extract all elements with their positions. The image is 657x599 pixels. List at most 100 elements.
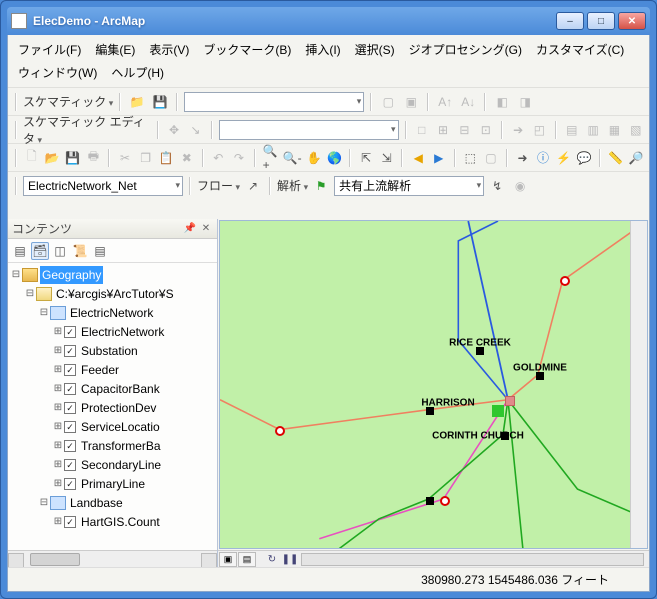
layout-view-tab[interactable]: ▤: [238, 552, 256, 567]
select-pointer-icon[interactable]: ➔: [509, 120, 527, 140]
pause-icon[interactable]: ❚❚: [283, 552, 297, 566]
expand-icon[interactable]: ⊞: [52, 475, 64, 493]
edit-vertex-icon[interactable]: ↘: [186, 120, 204, 140]
measure-icon[interactable]: 📏: [607, 148, 625, 168]
t2-icon[interactable]: ⊞: [434, 120, 452, 140]
layer-label[interactable]: ProtectionDev: [79, 399, 158, 417]
network-node[interactable]: [426, 497, 434, 505]
select-rect-icon[interactable]: ◰: [530, 120, 548, 140]
find-icon[interactable]: 🔎: [628, 148, 646, 168]
expand-icon[interactable]: ⊞: [52, 323, 64, 341]
toc-listby-visibility-icon[interactable]: ◫: [51, 242, 69, 260]
flag-icon[interactable]: ⚑: [311, 176, 331, 196]
layer-checkbox[interactable]: ✓: [64, 345, 76, 357]
paste-icon[interactable]: 📋: [157, 148, 175, 168]
expand-icon[interactable]: ⊞: [52, 418, 64, 436]
layer-checkbox[interactable]: ✓: [64, 421, 76, 433]
copy-icon[interactable]: ❐: [137, 148, 155, 168]
layer-label[interactable]: SecondaryLine: [79, 456, 163, 474]
layer-label[interactable]: TransformerBa: [79, 437, 163, 455]
toc-listby-source-icon[interactable]: 🗃: [31, 242, 49, 260]
save-icon[interactable]: 💾: [64, 148, 82, 168]
toc-listby-draworder-icon[interactable]: ▤: [11, 242, 29, 260]
select-features-icon[interactable]: ⬚: [462, 148, 480, 168]
hyperlink-icon[interactable]: ⚡: [555, 148, 573, 168]
zoom-in-icon[interactable]: 🔍+: [262, 148, 280, 168]
network-combo[interactable]: ElectricNetwork_Net: [23, 176, 183, 196]
pan-icon[interactable]: ✋: [305, 148, 323, 168]
t3-icon[interactable]: ⊟: [455, 120, 473, 140]
fixed-zoom-in-icon[interactable]: ⇱: [357, 148, 375, 168]
edit-move-icon[interactable]: ✥: [165, 120, 183, 140]
toc-listby-selection-icon[interactable]: 📜: [71, 242, 89, 260]
clear-selection-icon[interactable]: ▢: [482, 148, 500, 168]
collapse-icon[interactable]: ⊟: [38, 494, 50, 512]
map-canvas[interactable]: RICE CREEK GOLDMINE HARRISON CORINTH CHU…: [219, 220, 648, 549]
layer-checkbox[interactable]: ✓: [64, 326, 76, 338]
html-popup-icon[interactable]: 💬: [575, 148, 593, 168]
expand-icon[interactable]: ⊞: [52, 342, 64, 360]
dataframe-label[interactable]: Geography: [40, 266, 103, 284]
redo-icon[interactable]: ↷: [230, 148, 248, 168]
expand-icon[interactable]: ⊞: [52, 399, 64, 417]
t8-icon[interactable]: ▧: [627, 120, 645, 140]
new-icon[interactable]: 🗋: [23, 148, 41, 168]
layer-checkbox[interactable]: ✓: [64, 402, 76, 414]
analysis-menu[interactable]: 解析: [277, 177, 308, 194]
layout2-icon[interactable]: ▣: [401, 92, 421, 112]
forward-extent-icon[interactable]: ▶: [430, 148, 448, 168]
zoom-out-icon[interactable]: 🔍-: [282, 148, 302, 168]
collapse-icon[interactable]: ⊟: [38, 304, 50, 322]
source-path[interactable]: C:¥arcgis¥ArcTutor¥S: [54, 285, 176, 303]
barrier-node[interactable]: [560, 276, 570, 286]
toc-options-icon[interactable]: ▤: [91, 242, 109, 260]
menu-insert[interactable]: 挿入(I): [303, 39, 342, 60]
layer-label[interactable]: PrimaryLine: [79, 475, 147, 493]
back-extent-icon[interactable]: ◀: [409, 148, 427, 168]
minimize-button[interactable]: –: [556, 12, 584, 30]
expand-icon[interactable]: ⊞: [52, 456, 64, 474]
menu-window[interactable]: ウィンドウ(W): [16, 62, 99, 83]
expand-icon[interactable]: ⊞: [52, 513, 64, 531]
schematic-layer-combo[interactable]: [184, 92, 364, 112]
junction-node[interactable]: [505, 396, 515, 406]
undo-icon[interactable]: ↶: [210, 148, 228, 168]
save-schematic-icon[interactable]: 💾: [150, 92, 170, 112]
schematic-menu[interactable]: スケマティック: [23, 93, 113, 110]
t6-icon[interactable]: ▥: [584, 120, 602, 140]
open-schematic-icon[interactable]: 📁: [127, 92, 147, 112]
layer-label[interactable]: Feeder: [79, 361, 121, 379]
menu-customize[interactable]: カスタマイズ(C): [534, 39, 626, 60]
menu-bookmark[interactable]: ブックマーク(B): [201, 39, 293, 60]
barrier-node[interactable]: [440, 496, 450, 506]
layer-checkbox[interactable]: ✓: [64, 459, 76, 471]
pin-icon[interactable]: 📌: [183, 222, 197, 236]
group2-label[interactable]: Landbase: [68, 494, 125, 512]
layer-label[interactable]: Substation: [79, 342, 140, 360]
layer-label[interactable]: ElectricNetwork: [79, 323, 166, 341]
group-label[interactable]: ElectricNetwork: [68, 304, 155, 322]
flag-node[interactable]: [492, 405, 504, 417]
menu-view[interactable]: 表示(V): [147, 39, 191, 60]
menu-file[interactable]: ファイル(F): [16, 39, 83, 60]
flow-arrow-icon[interactable]: ↗: [243, 176, 263, 196]
layer-label[interactable]: CapacitorBank: [79, 380, 162, 398]
collapse-icon[interactable]: ⊟: [24, 285, 36, 303]
font-increase-icon[interactable]: A↑: [435, 92, 455, 112]
barrier-node[interactable]: [275, 426, 285, 436]
data-view-tab[interactable]: ▣: [219, 552, 237, 567]
pointer-icon[interactable]: ➜: [514, 148, 532, 168]
map-hscrollbar[interactable]: [301, 553, 644, 566]
schematic-editor-menu[interactable]: スケマティック エディタ: [23, 113, 151, 147]
propagate2-icon[interactable]: ◨: [515, 92, 535, 112]
menu-edit[interactable]: 編集(E): [93, 39, 137, 60]
flow-menu[interactable]: フロー: [197, 177, 240, 194]
analysis-type-combo[interactable]: 共有上流解析: [334, 176, 484, 196]
toc-close-icon[interactable]: ✕: [199, 222, 213, 236]
toc-tree[interactable]: ⊟Geography ⊟C:¥arcgis¥ArcTutor¥S ⊟Electr…: [8, 263, 217, 550]
edit-layout-combo[interactable]: [219, 120, 399, 140]
layout-icon[interactable]: ▢: [378, 92, 398, 112]
solve-icon[interactable]: ↯: [487, 176, 507, 196]
open-icon[interactable]: 📂: [44, 148, 62, 168]
layer-checkbox[interactable]: ✓: [64, 478, 76, 490]
